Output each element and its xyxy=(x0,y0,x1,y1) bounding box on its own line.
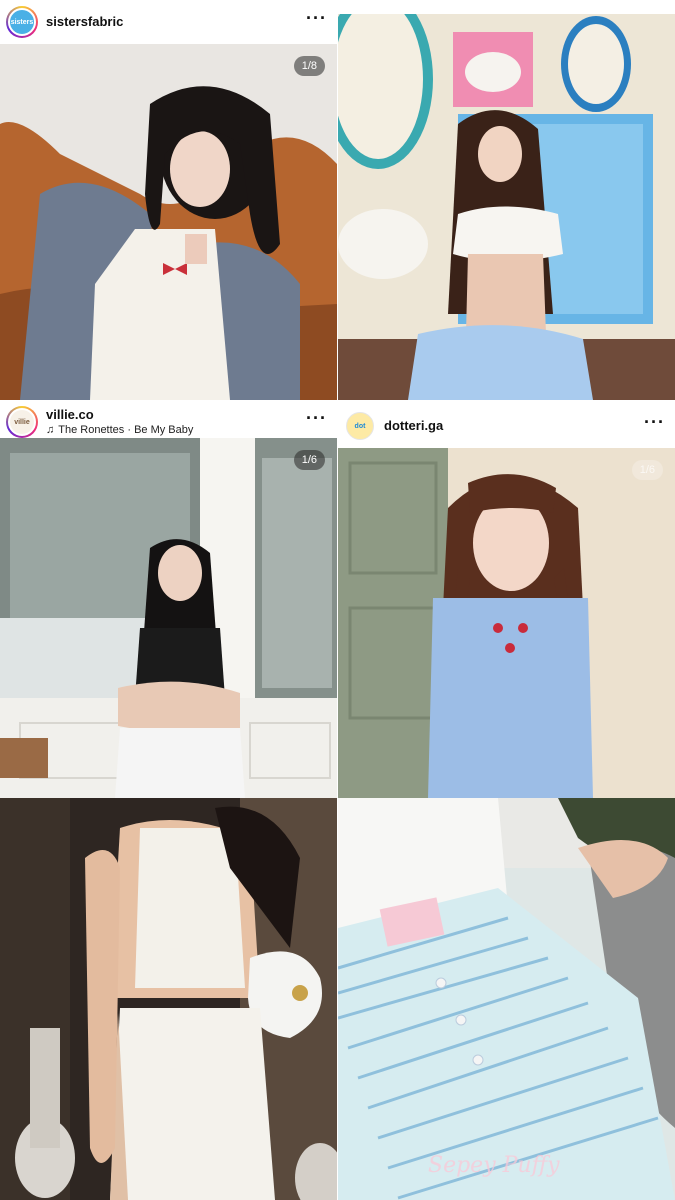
carousel-counter: 1/8 xyxy=(293,56,325,76)
post-header: dot dotteri.ga ··· xyxy=(338,404,675,448)
post-meta: dotteri.ga xyxy=(384,418,644,434)
post-header-partial xyxy=(338,0,675,14)
music-row[interactable]: ♫ The Ronettes · Be My Baby xyxy=(46,423,306,437)
avatar[interactable]: sisters xyxy=(6,6,38,38)
username[interactable]: villie.co xyxy=(46,407,306,423)
post-image[interactable]: 1/6 xyxy=(0,438,337,798)
watermark-text: Sepey Puffy xyxy=(428,1153,560,1178)
more-horizontal-icon[interactable]: ··· xyxy=(644,413,665,435)
post-meta: sistersfabric xyxy=(46,14,306,30)
post-meta: villie.co ♫ The Ronettes · Be My Baby xyxy=(46,407,306,437)
post-header: sisters sistersfabric ··· xyxy=(0,0,337,44)
post-image[interactable]: 1/6 xyxy=(338,448,675,798)
avatar-label: dot xyxy=(346,412,374,440)
avatar-label: sisters xyxy=(8,8,36,36)
post-image-graphic xyxy=(338,14,675,400)
post-image-graphic xyxy=(338,798,675,1200)
music-track: The Ronettes · Be My Baby xyxy=(58,424,194,436)
username[interactable]: dotteri.ga xyxy=(384,418,644,434)
post-image-graphic xyxy=(338,448,675,798)
post-image[interactable] xyxy=(338,14,675,400)
username[interactable]: sistersfabric xyxy=(46,14,306,30)
post-image-graphic xyxy=(0,438,337,798)
post-image[interactable] xyxy=(0,798,337,1200)
avatar[interactable]: villie xyxy=(6,406,38,438)
avatar[interactable]: dot xyxy=(344,410,376,442)
post-image-graphic xyxy=(0,44,337,400)
feed-column-right: dot dotteri.ga ··· 1/6 Sepey Puffy xyxy=(338,0,675,1200)
post-image-graphic xyxy=(0,798,337,1200)
carousel-counter: 1/6 xyxy=(631,460,663,480)
music-note-icon: ♫ xyxy=(46,424,55,436)
more-horizontal-icon[interactable]: ··· xyxy=(306,9,327,31)
carousel-counter: 1/6 xyxy=(293,450,325,470)
post-image[interactable]: 1/8 xyxy=(0,44,337,400)
avatar-label: villie xyxy=(8,408,36,436)
feed-column-left: sisters sistersfabric ··· 1/8 villie vil… xyxy=(0,0,337,1200)
post-image[interactable]: Sepey Puffy xyxy=(338,798,675,1200)
more-horizontal-icon[interactable]: ··· xyxy=(306,409,327,431)
